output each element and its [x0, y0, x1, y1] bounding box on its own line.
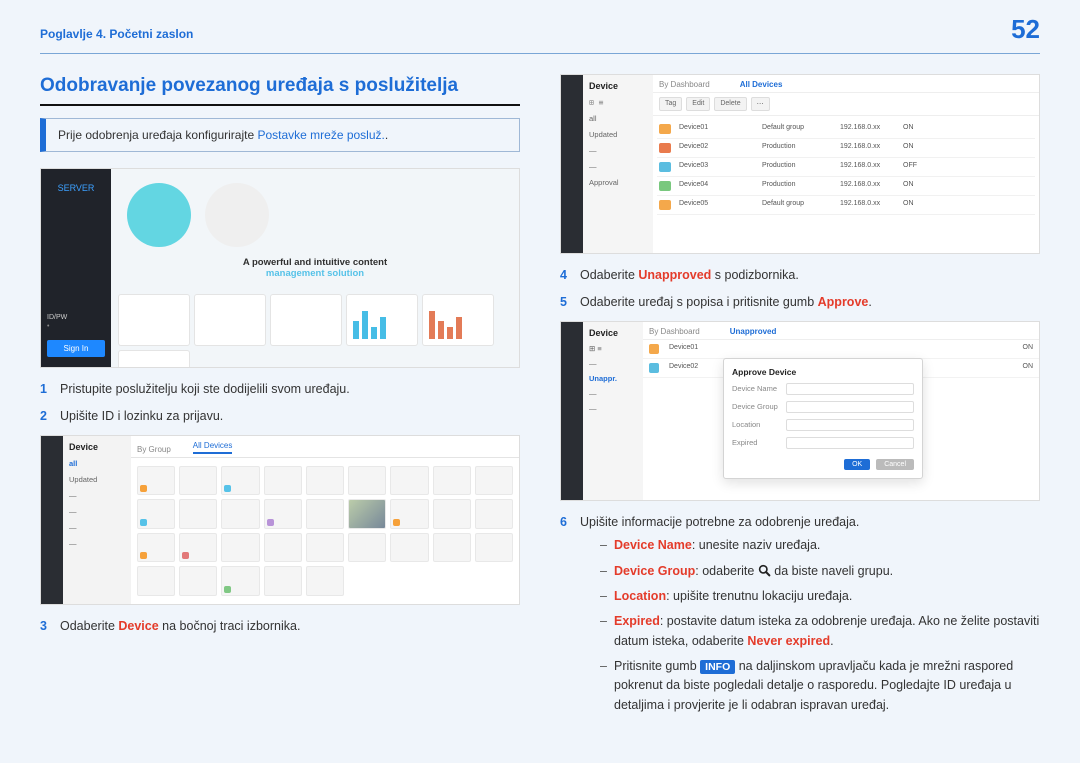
- header-rule: [40, 53, 1040, 54]
- fig4-tab-unapproved[interactable]: Unapproved: [730, 327, 777, 336]
- modal-title: Approve Device: [732, 367, 914, 377]
- approve-device-modal: Approve Device Device Name Device Group …: [723, 358, 923, 479]
- section-rule: [40, 104, 520, 106]
- fig3-side-title: Device: [589, 81, 647, 91]
- note-text-after: .: [385, 128, 388, 142]
- dashboard-card: [195, 295, 265, 345]
- sub-info: Pritisnite gumb INFO na daljinskom uprav…: [600, 657, 1040, 715]
- sign-in-button[interactable]: Sign In: [47, 340, 105, 357]
- step-1: Pristupite poslužitelju koji ste dodijel…: [40, 380, 520, 399]
- section-title: Odobravanje povezanog uređaja s poslužit…: [40, 74, 520, 98]
- device-table: Device01Default group192.168.0.xxON Devi…: [653, 116, 1039, 253]
- fig2-side-item[interactable]: all: [69, 459, 125, 468]
- note-text-before: Prije odobrenja uređaja konfigurirajte: [58, 128, 257, 142]
- figure-device-table: Device ⊞ ≡ all Updated —— Approval By Da…: [560, 74, 1040, 254]
- expired-input[interactable]: [786, 437, 914, 449]
- steps-list-right-2: Upišite informacije potrebne za odobrenj…: [560, 513, 1040, 715]
- unapproved-label: Unapproved: [638, 268, 711, 282]
- steps-list-left-cont: Odaberite Device na bočnoj traci izborni…: [40, 617, 520, 636]
- step-4: Odaberite Unapproved s podizbornika.: [560, 266, 1040, 285]
- device-name-input[interactable]: [786, 383, 914, 395]
- banner-text: A powerful and intuitive contentmanageme…: [119, 257, 511, 279]
- step-6-sublist: Device Name: unesite naziv uređaja. Devi…: [580, 536, 1040, 715]
- info-badge: INFO: [700, 660, 735, 674]
- step-6: Upišite informacije potrebne za odobrenj…: [560, 513, 1040, 715]
- table-button[interactable]: ⋯: [751, 97, 770, 111]
- dashboard-card: [271, 295, 341, 345]
- step-3: Odaberite Device na bočnoj traci izborni…: [40, 617, 520, 636]
- fig3-tab-dashboard[interactable]: By Dashboard: [659, 80, 710, 89]
- sub-device-group: Device Group: odaberite da biste naveli …: [600, 562, 1040, 581]
- magnify-icon: [758, 564, 771, 577]
- table-button[interactable]: Edit: [686, 97, 710, 111]
- sub-device-name: Device Name: unesite naziv uređaja.: [600, 536, 1040, 555]
- sub-expired: Expired: postavite datum isteka za odobr…: [600, 612, 1040, 651]
- page-number: 52: [1011, 14, 1040, 45]
- modal-cancel-button[interactable]: Cancel: [876, 459, 914, 470]
- chapter-label: Poglavlje 4. Početni zaslon: [40, 27, 193, 41]
- fig2-side-title: Device: [69, 442, 125, 452]
- device-label: Device: [118, 619, 158, 633]
- idpw-label: ID/PW: [41, 314, 111, 323]
- step-5: Odaberite uređaj s popisa i pritisnite g…: [560, 293, 1040, 312]
- fig2-tab-bygroup[interactable]: By Group: [137, 445, 171, 454]
- dashboard-card: [119, 351, 189, 368]
- steps-list-right: Odaberite Unapproved s podizbornika. Oda…: [560, 266, 1040, 313]
- modal-ok-button[interactable]: OK: [844, 459, 870, 470]
- sub-location: Location: upišite trenutnu lokaciju uređ…: [600, 587, 1040, 606]
- fig3-tab-all[interactable]: All Devices: [740, 80, 783, 89]
- figure-device-grid: Device all Updated ———— By Group All Dev…: [40, 435, 520, 605]
- figure-approve-modal: Device ⊞ ≡—Unappr.—— By Dashboard Unappr…: [560, 321, 1040, 501]
- location-input[interactable]: [786, 419, 914, 431]
- fig2-tab-all[interactable]: All Devices: [193, 441, 233, 454]
- server-logo: SERVER: [41, 169, 111, 207]
- table-button[interactable]: Tag: [659, 97, 682, 111]
- dashboard-card: [119, 295, 189, 345]
- dashboard-chart-card: [347, 295, 417, 345]
- dashboard-chart-card: [423, 295, 493, 345]
- note-box: Prije odobrenja uređaja konfigurirajte P…: [40, 118, 520, 152]
- steps-list-left: Pristupite poslužitelju koji ste dodijel…: [40, 380, 520, 427]
- table-button[interactable]: Delete: [714, 97, 746, 111]
- device-group-input[interactable]: [786, 401, 914, 413]
- fig2-side-item[interactable]: Updated: [69, 475, 125, 484]
- step-2: Upišite ID i lozinku za prijavu.: [40, 407, 520, 426]
- approve-label: Approve: [818, 295, 869, 309]
- note-link[interactable]: Postavke mreže posluž.: [257, 128, 384, 142]
- figure-server-login: SERVER ID/PW • Sign In A powerful and in…: [40, 168, 520, 368]
